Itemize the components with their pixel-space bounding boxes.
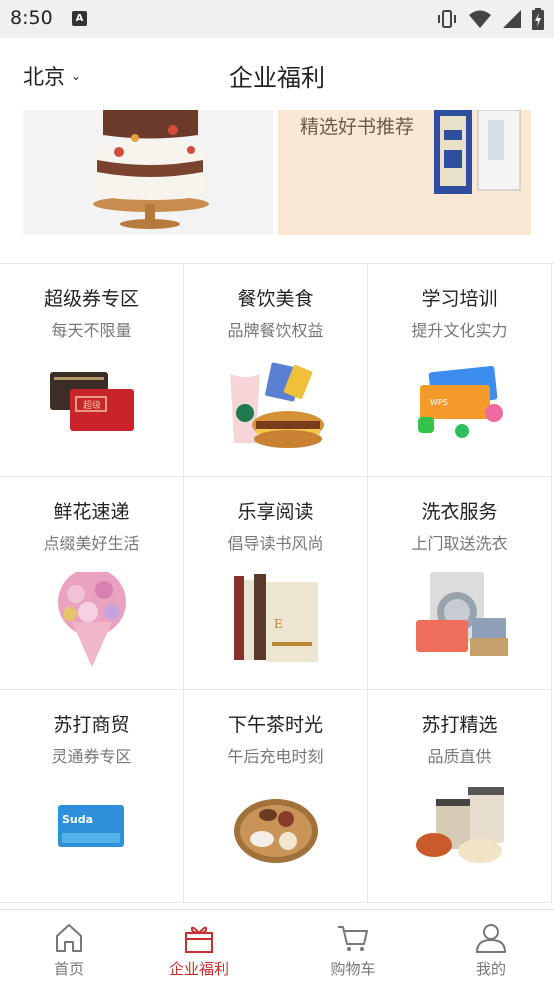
notification-icon: A	[72, 11, 87, 26]
category-title: 洗衣服务	[421, 501, 498, 523]
status-bar: 8:50 A	[0, 0, 554, 38]
category-title: 超级券专区	[43, 288, 139, 310]
tab-enterprise-benefits[interactable]: 企业福利	[130, 910, 268, 984]
category-title: 餐饮美食	[237, 288, 314, 310]
tab-cart[interactable]: 购物车	[284, 910, 422, 984]
flower-bouquet-image	[58, 572, 126, 667]
tab-label: 购物车	[330, 960, 376, 978]
tab-profile[interactable]: 我的	[422, 910, 554, 984]
banner-books[interactable]: 精选好书推荐	[278, 110, 531, 235]
category-suda-selection[interactable]: 苏打精选 品质直供	[368, 690, 552, 903]
tab-label: 企业福利	[168, 960, 229, 978]
category-title: 鲜花速递	[53, 501, 130, 523]
bottom-tab-bar: 首页 企业福利 购物车 我的	[0, 909, 554, 984]
battery-icon	[532, 8, 544, 30]
category-title: 乐享阅读	[237, 501, 314, 523]
category-afternoon-tea[interactable]: 下午茶时光 午后充电时刻	[184, 690, 368, 903]
category-subtitle: 上门取送洗衣	[411, 534, 508, 553]
svg-text:WPS: WPS	[430, 398, 448, 407]
category-dining[interactable]: 餐饮美食 品牌餐饮权益	[184, 264, 368, 477]
category-flowers[interactable]: 鲜花速递 点缀美好生活	[0, 477, 184, 690]
banner-carousel[interactable]: 精选好书推荐	[0, 110, 554, 250]
cards-image: 超级	[50, 372, 134, 431]
status-time: 8:50	[10, 7, 53, 29]
tab-home[interactable]: 首页	[0, 910, 138, 984]
category-learning[interactable]: 学习培训 提升文化实力 WPS	[368, 264, 552, 477]
page-title: 企业福利	[229, 64, 325, 92]
banner-cake-image[interactable]	[23, 110, 273, 235]
category-subtitle: 倡导读书风尚	[227, 534, 324, 553]
tab-label: 首页	[53, 960, 84, 978]
signal-icon	[503, 10, 521, 28]
wifi-icon	[469, 10, 491, 28]
vibrate-icon	[438, 10, 456, 28]
category-laundry[interactable]: 洗衣服务 上门取送洗衣	[368, 477, 552, 690]
books-image: E	[234, 574, 318, 662]
suda-card-image: Suda	[58, 805, 124, 847]
gift-icon	[185, 926, 213, 953]
home-icon	[56, 924, 82, 952]
category-title: 苏打商贸	[53, 714, 130, 736]
tab-label: 我的	[475, 960, 506, 978]
category-subtitle: 灵通券专区	[51, 747, 132, 766]
cart-icon	[338, 926, 368, 951]
svg-text:Suda: Suda	[62, 813, 93, 826]
category-title: 下午茶时光	[227, 714, 323, 736]
status-icons	[436, 8, 544, 30]
category-subtitle: 每天不限量	[51, 321, 132, 340]
banner-title: 精选好书推荐	[300, 116, 415, 138]
category-subtitle: 提升文化实力	[411, 321, 508, 340]
laundry-image	[416, 572, 508, 656]
category-subtitle: 品牌餐饮权益	[227, 321, 324, 340]
food-coffee-image	[229, 362, 324, 448]
category-reading[interactable]: 乐享阅读 倡导读书风尚 E	[184, 477, 368, 690]
learning-cards-image: WPS	[418, 365, 503, 438]
app-header: 北京 ⌄ 企业福利	[0, 38, 554, 110]
category-subtitle: 午后充电时刻	[227, 747, 324, 766]
category-title: 苏打精选	[421, 714, 498, 736]
category-subtitle: 品质直供	[427, 747, 492, 766]
category-grid: 超级券专区 每天不限量 超级 餐饮美食 品牌餐饮权益 学习培训 提升文化实力 W…	[0, 263, 554, 903]
category-subtitle: 点缀美好生活	[43, 534, 140, 553]
category-super-coupons[interactable]: 超级券专区 每天不限量 超级	[0, 264, 184, 477]
svg-text:超级: 超级	[83, 399, 101, 411]
category-suda-trade[interactable]: 苏打商贸 灵通券专区 Suda	[0, 690, 184, 903]
user-icon	[476, 924, 506, 953]
afternoon-tea-image	[234, 799, 318, 863]
category-title: 学习培训	[421, 288, 498, 310]
snack-jars-image	[416, 787, 504, 863]
svg-text:E: E	[274, 617, 283, 631]
